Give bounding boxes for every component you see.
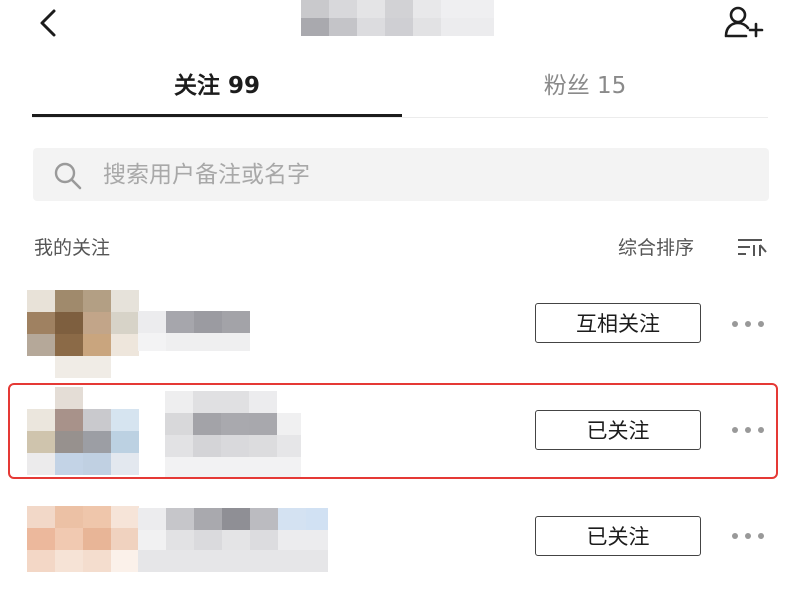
highlight-box bbox=[8, 383, 778, 479]
add-user-button[interactable] bbox=[724, 4, 766, 40]
add-user-icon bbox=[724, 6, 764, 38]
sort-button[interactable]: 综合排序 bbox=[618, 233, 694, 260]
avatar bbox=[27, 506, 139, 596]
mutual-follow-button[interactable]: 互相关注 bbox=[535, 303, 701, 343]
tab-fans[interactable]: 粉丝 15 bbox=[402, 64, 768, 108]
more-options-icon[interactable] bbox=[730, 319, 766, 329]
list-item[interactable]: 已关注 bbox=[0, 490, 800, 590]
following-button[interactable]: 已关注 bbox=[535, 516, 701, 556]
tab-divider bbox=[32, 117, 768, 118]
back-button[interactable] bbox=[34, 8, 64, 38]
sort-icon[interactable] bbox=[738, 236, 768, 258]
more-options-icon[interactable] bbox=[730, 531, 766, 541]
page-title-blurred bbox=[276, 0, 494, 38]
search-input[interactable] bbox=[103, 148, 743, 201]
section-title: 我的关注 bbox=[34, 237, 111, 259]
chevron-left-icon bbox=[40, 9, 56, 37]
list-item[interactable]: 互相关注 bbox=[0, 275, 800, 378]
search-bar[interactable] bbox=[33, 148, 769, 201]
search-icon bbox=[53, 161, 83, 191]
avatar bbox=[27, 290, 139, 380]
tab-following[interactable]: 关注 99 bbox=[32, 64, 402, 108]
